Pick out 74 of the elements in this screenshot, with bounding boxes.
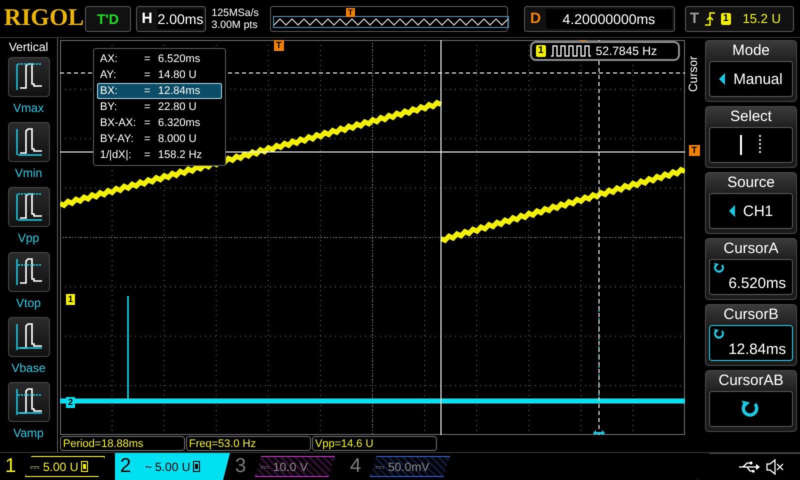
menu-softkey[interactable]: Mode Manual [705,40,797,102]
channel-scale[interactable]: ⎓ 10.0 V [255,456,335,477]
readout-row-text: BY: = 22.80 U [99,100,198,115]
measure-button[interactable] [8,187,50,227]
softkey-label: CursorAB [718,371,784,391]
channel-scale[interactable]: ⎓ 50.0mV [370,456,450,477]
square-wave-icon [550,45,591,57]
readout-row-text: 1/|dX|: = 158.2 Hz [99,148,204,163]
menu-softkey[interactable]: Select [705,106,797,168]
menu-softkey[interactable]: Source CH1 [705,172,797,234]
channel-number[interactable]: 3 [235,455,255,478]
measurement-result: Vpp=14.6 U [312,436,437,451]
softkey-label: CursorA [723,239,778,259]
menu-softkey[interactable]: CursorB 12.84ms [705,304,797,366]
memory-depth: 3.00M pts [211,18,259,30]
measurement-result: Freq=53.0 Hz [186,436,311,451]
panel-title: Vertical [8,40,48,54]
double-arrow-icon [593,430,605,435]
rotate-knob-icon [713,328,725,340]
menu-softkey[interactable]: CursorAB [705,370,797,432]
cursor-b-line[interactable] [598,40,600,435]
option-value[interactable]: CH1 [709,193,793,229]
readout-row-text: BY-AY: = 8.000 U [99,132,198,147]
readout-row-text: BX-AX: = 6.320ms [99,116,202,131]
speaker-muted-icon[interactable] [766,459,784,475]
rotate-knob-icon [740,399,760,419]
sample-rate: 125MSa/s [211,6,260,18]
measure-button[interactable] [8,57,50,97]
measure-label: Vtop [16,296,41,310]
overview-trigger-marker: T [346,8,355,16]
measure-label: Vbase [11,361,46,375]
left-arrow-icon [728,205,735,217]
channel-number[interactable]: 1 [5,455,25,478]
knob-value[interactable]: 12.84ms [709,325,793,361]
softkey-label: Select [730,107,772,127]
readout-row-text: AY: = 14.80 U [99,68,198,83]
knob-value[interactable]: 6.520ms [709,259,793,295]
softkey-label: Source [727,173,775,193]
option-value[interactable]: Manual [709,61,793,97]
channel-scale[interactable]: ⎓ 5.00 U [25,456,105,477]
rotate-knob-icon [713,262,725,274]
cursor-lines-icon[interactable] [738,134,764,156]
measure-label: Vmax [13,101,44,115]
timebase-display[interactable]: H 2.00ms [136,6,206,32]
measure-label: Vmin [14,166,42,180]
menu-softkey[interactable]: CursorA 6.520ms [705,238,797,300]
measure-button[interactable] [8,382,50,422]
measurement-result: Period=18.88ms [60,436,185,451]
measure-label: Vpp [18,231,40,245]
menu-title: Cursor [686,56,700,92]
measure-button[interactable] [8,317,50,357]
frequency-counter: 1 52.7845 Hz [530,41,680,61]
measure-label: Vamp [13,426,44,440]
knob-value[interactable] [709,391,793,427]
trigger-position-marker: T [274,40,284,51]
readout-row-text: AX: = 6.520ms [99,52,202,67]
run-status[interactable]: T'D [85,6,131,32]
bandwidth-icon [193,461,200,472]
usb-icon [738,461,760,473]
channel-number[interactable]: 4 [350,455,370,478]
delay-display[interactable]: D 4.20000000ms [524,6,675,32]
readout-row: BX: = 12.84ms [97,83,222,99]
channel-number[interactable]: 2 [120,455,140,478]
rising-edge-icon [705,12,716,26]
measure-button[interactable] [8,252,50,292]
bandwidth-icon [81,461,88,472]
trigger-display[interactable]: T 1 15.2 U [684,6,794,32]
trigger-level-marker: T [688,145,700,156]
measure-button[interactable] [8,122,50,162]
softkey-label: CursorB [723,305,778,325]
softkey-label: Mode [732,41,770,61]
channel-marker[interactable]: 1 [66,294,76,305]
left-arrow-icon [719,73,726,85]
channel-marker[interactable]: 2 [66,397,76,408]
